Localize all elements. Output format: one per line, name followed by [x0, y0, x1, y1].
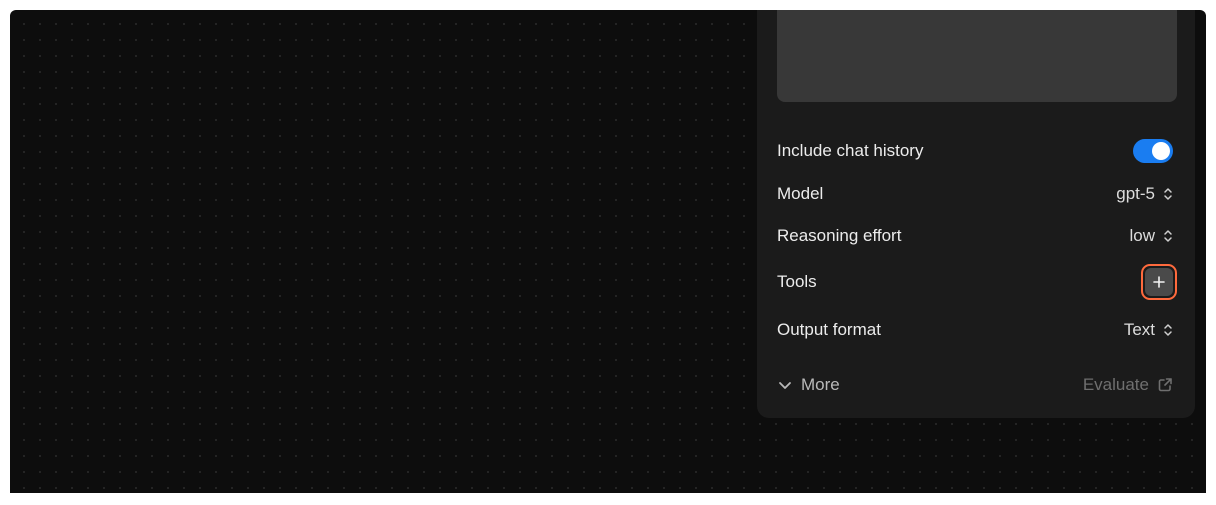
- toggle-knob: [1152, 142, 1170, 160]
- workflow-canvas[interactable]: Include chat history Model gpt-5 Reasoni…: [10, 10, 1206, 493]
- chevron-up-down-icon: [1164, 188, 1172, 200]
- reasoning-effort-label: Reasoning effort: [777, 226, 902, 245]
- output-format-value: Text: [1123, 320, 1155, 339]
- more-label: More: [801, 375, 840, 394]
- output-format-select[interactable]: Text: [1124, 320, 1173, 340]
- model-label: Model: [777, 184, 824, 203]
- add-tool-button[interactable]: [1145, 268, 1173, 296]
- model-row: Model gpt-5: [777, 176, 1173, 212]
- include-chat-history-toggle[interactable]: [1133, 139, 1173, 163]
- chevron-up-down-icon: [1164, 324, 1172, 336]
- reasoning-effort-row: Reasoning effort low: [777, 218, 1173, 254]
- reasoning-effort-value: low: [1129, 226, 1155, 245]
- model-value: gpt-5: [1116, 184, 1155, 203]
- more-button[interactable]: More: [777, 375, 840, 395]
- include-chat-history-row: Include chat history: [777, 133, 1173, 169]
- agent-settings-panel: Include chat history Model gpt-5 Reasoni…: [757, 10, 1195, 418]
- evaluate-button[interactable]: Evaluate: [1083, 375, 1173, 395]
- reasoning-effort-select[interactable]: low: [1129, 226, 1173, 246]
- include-chat-history-label: Include chat history: [777, 141, 924, 160]
- instructions-textarea[interactable]: [777, 10, 1177, 102]
- external-link-icon: [1158, 378, 1172, 392]
- tools-row: Tools: [777, 264, 1177, 300]
- chevron-down-icon: [779, 382, 791, 389]
- model-select[interactable]: gpt-5: [1116, 184, 1173, 204]
- output-format-row: Output format Text: [777, 312, 1173, 348]
- tools-label: Tools: [777, 272, 817, 291]
- plus-icon: [1153, 276, 1165, 288]
- panel-footer: More Evaluate: [777, 365, 1173, 405]
- chevron-up-down-icon: [1164, 230, 1172, 242]
- add-tool-highlight: [1141, 264, 1177, 300]
- output-format-label: Output format: [777, 320, 881, 339]
- evaluate-label: Evaluate: [1082, 375, 1149, 394]
